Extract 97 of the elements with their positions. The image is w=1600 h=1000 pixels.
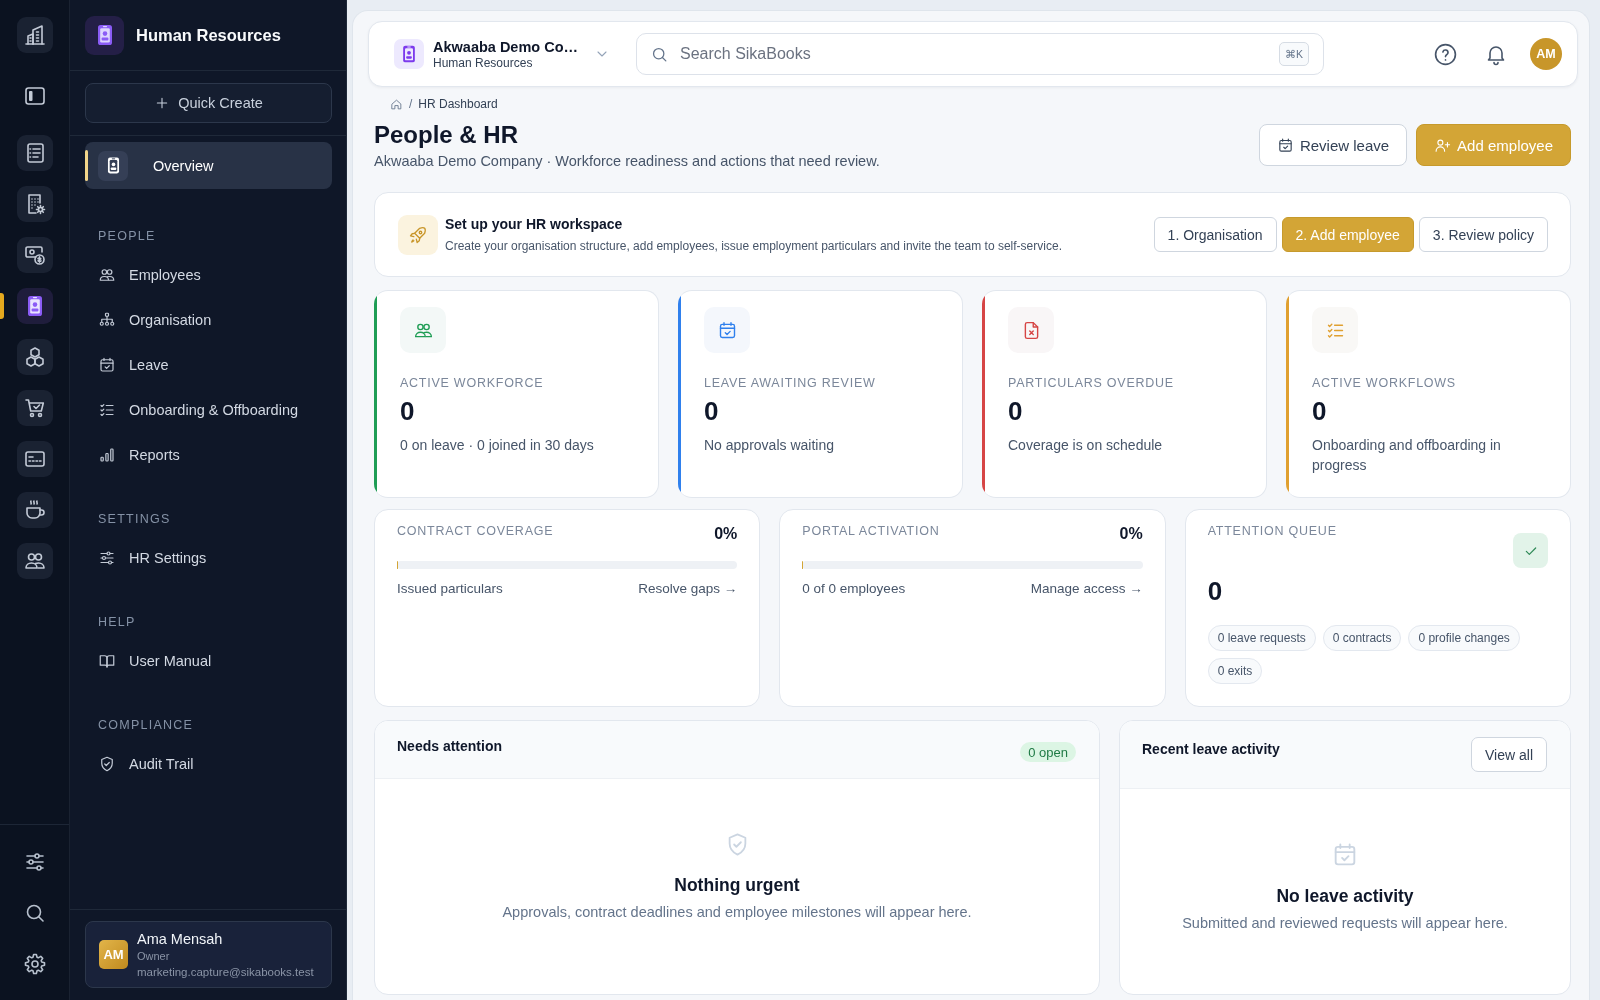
user-email: marketing.capture@sikabooks.test bbox=[137, 964, 314, 980]
file-x-icon bbox=[1008, 307, 1054, 353]
setup-description: Create your organisation structure, add employees, issue employment particulars and invite the team to self-service. bbox=[445, 238, 1062, 254]
module-title: Human Resources bbox=[136, 25, 281, 45]
rocket-icon bbox=[398, 214, 438, 255]
metric-value: 0% bbox=[714, 524, 738, 544]
stat-value: 0 bbox=[400, 396, 415, 426]
empty-title: No leave activity bbox=[1276, 885, 1414, 907]
quick-create-button[interactable]: Quick Create bbox=[85, 83, 332, 123]
search-bar[interactable]: Search SikaBooks ⌘K bbox=[636, 33, 1324, 75]
metric-label: CONTRACT COVERAGE bbox=[397, 523, 554, 539]
selection-indicator bbox=[85, 150, 88, 181]
help-icon[interactable] bbox=[1433, 41, 1458, 67]
text-link[interactable]: Manage access → bbox=[1030, 579, 1143, 599]
stat-detail: 0 on leave · 0 joined in 30 days bbox=[400, 436, 594, 455]
calendar-check-icon bbox=[1276, 136, 1294, 154]
id-badge-icon[interactable] bbox=[16, 288, 53, 324]
section-heading: SETTINGS bbox=[97, 511, 172, 527]
metric-value: 0% bbox=[1119, 524, 1143, 544]
bar-chart-icon bbox=[98, 445, 116, 464]
section-heading: COMPLIANCE bbox=[97, 717, 195, 733]
nav-item[interactable]: Reports bbox=[85, 432, 332, 477]
count-chip: 0 profile changes bbox=[1408, 625, 1520, 651]
metric-label: PORTAL ACTIVATION bbox=[802, 523, 940, 539]
search-input[interactable]: Search SikaBooks bbox=[680, 43, 1268, 65]
count-chip: 0 leave requests bbox=[1207, 625, 1316, 651]
count-chip: 0 contracts bbox=[1322, 625, 1402, 651]
queue-count: 0 bbox=[1207, 576, 1223, 606]
nav-item[interactable]: HR Settings bbox=[85, 535, 332, 580]
user-role: Owner bbox=[137, 948, 170, 964]
text-link[interactable]: Resolve gaps → bbox=[638, 579, 738, 599]
status-badge: 0 open bbox=[1020, 742, 1076, 762]
nav-item[interactable]: Employees bbox=[85, 252, 332, 297]
nav-item[interactable]: Audit Trail bbox=[85, 741, 332, 786]
shortcut-key: ⌘K bbox=[1279, 42, 1309, 66]
section-heading: HELP bbox=[97, 614, 137, 630]
page-title: People & HR bbox=[374, 121, 519, 149]
breadcrumb-separator: / bbox=[409, 97, 413, 111]
coffee-cup-icon[interactable] bbox=[16, 492, 53, 528]
metric-label: ATTENTION QUEUE bbox=[1207, 523, 1337, 539]
cubes-icon[interactable] bbox=[16, 339, 53, 375]
id-badge-icon bbox=[85, 15, 124, 55]
metric-caption: 0 of 0 employees bbox=[802, 580, 906, 598]
section-heading: PEOPLE bbox=[97, 228, 157, 244]
document-list-icon[interactable] bbox=[16, 135, 53, 171]
org-chart-icon bbox=[98, 310, 116, 329]
settings-icon[interactable] bbox=[22, 952, 47, 976]
panel-title: Recent leave activity bbox=[1142, 740, 1280, 758]
step-button[interactable]: 3. Review policy bbox=[1418, 217, 1548, 252]
calendar-check-icon bbox=[704, 307, 750, 353]
stat-value: 0 bbox=[1312, 396, 1327, 426]
building-gear-icon[interactable] bbox=[16, 186, 53, 222]
card-terminal-icon[interactable] bbox=[16, 441, 53, 477]
stat-value: 0 bbox=[1008, 396, 1023, 426]
user-name: Ama Mensah bbox=[137, 929, 223, 948]
empty-text: Submitted and reviewed requests will appear here. bbox=[1182, 914, 1508, 933]
sliders-icon bbox=[98, 548, 116, 567]
count-chip: 0 exits bbox=[1207, 658, 1263, 684]
people-icon[interactable] bbox=[16, 543, 53, 579]
empty-title: Nothing urgent bbox=[674, 874, 800, 896]
shield-check-icon bbox=[98, 754, 116, 773]
shopping-cart-icon[interactable] bbox=[16, 390, 53, 426]
stat-detail: Onboarding and offboarding in progress bbox=[1312, 436, 1502, 475]
home-icon[interactable] bbox=[390, 97, 403, 111]
company-switcher[interactable]: Akwaaba Demo Co… Human Resources bbox=[394, 37, 610, 71]
user-card[interactable]: AM Ama Mensah Owner marketing.capture@sikabooks.test bbox=[85, 921, 332, 988]
metric-caption: Issued particulars bbox=[397, 580, 503, 598]
checklist-icon bbox=[1312, 307, 1358, 353]
stat-label: ACTIVE WORKFORCE bbox=[400, 375, 544, 391]
stat-label: ACTIVE WORKFLOWS bbox=[1312, 375, 1456, 391]
panel-title: Needs attention bbox=[397, 737, 502, 755]
stat-label: LEAVE AWAITING REVIEW bbox=[704, 375, 876, 391]
nav-item[interactable]: Leave bbox=[85, 342, 332, 387]
buildings-icon[interactable] bbox=[16, 17, 53, 53]
people-icon bbox=[400, 307, 446, 353]
selection-indicator bbox=[0, 293, 4, 319]
check-icon bbox=[1513, 533, 1548, 568]
stat-value: 0 bbox=[704, 396, 719, 426]
nav-item[interactable]: Organisation bbox=[85, 297, 332, 342]
calendar-check-icon bbox=[98, 355, 116, 374]
id-badge-icon bbox=[98, 150, 128, 181]
nav-item[interactable]: Overview bbox=[85, 142, 332, 189]
step-button[interactable]: 1. Organisation bbox=[1153, 217, 1277, 252]
breadcrumb-item: HR Dashboard bbox=[418, 97, 498, 111]
avatar: AM bbox=[99, 940, 128, 969]
page-subtitle: Akwaaba Demo Company · Workforce readiness and actions that need review. bbox=[374, 152, 880, 171]
action-button[interactable]: Review leave bbox=[1258, 124, 1408, 166]
nav-item[interactable]: User Manual bbox=[85, 638, 332, 683]
id-badge-icon bbox=[394, 39, 424, 69]
empty-text: Approvals, contract deadlines and employee milestones will appear here. bbox=[502, 903, 972, 922]
setup-title: Set up your HR workspace bbox=[445, 215, 623, 233]
stat-detail: No approvals waiting bbox=[704, 436, 834, 455]
stat-detail: Coverage is on schedule bbox=[1008, 436, 1163, 455]
stat-label: PARTICULARS OVERDUE bbox=[1008, 375, 1174, 391]
cash-coin-icon[interactable] bbox=[16, 237, 53, 273]
view-all-button[interactable]: View all bbox=[1471, 737, 1547, 772]
nav-item[interactable]: Onboarding & Offboarding bbox=[85, 387, 332, 432]
